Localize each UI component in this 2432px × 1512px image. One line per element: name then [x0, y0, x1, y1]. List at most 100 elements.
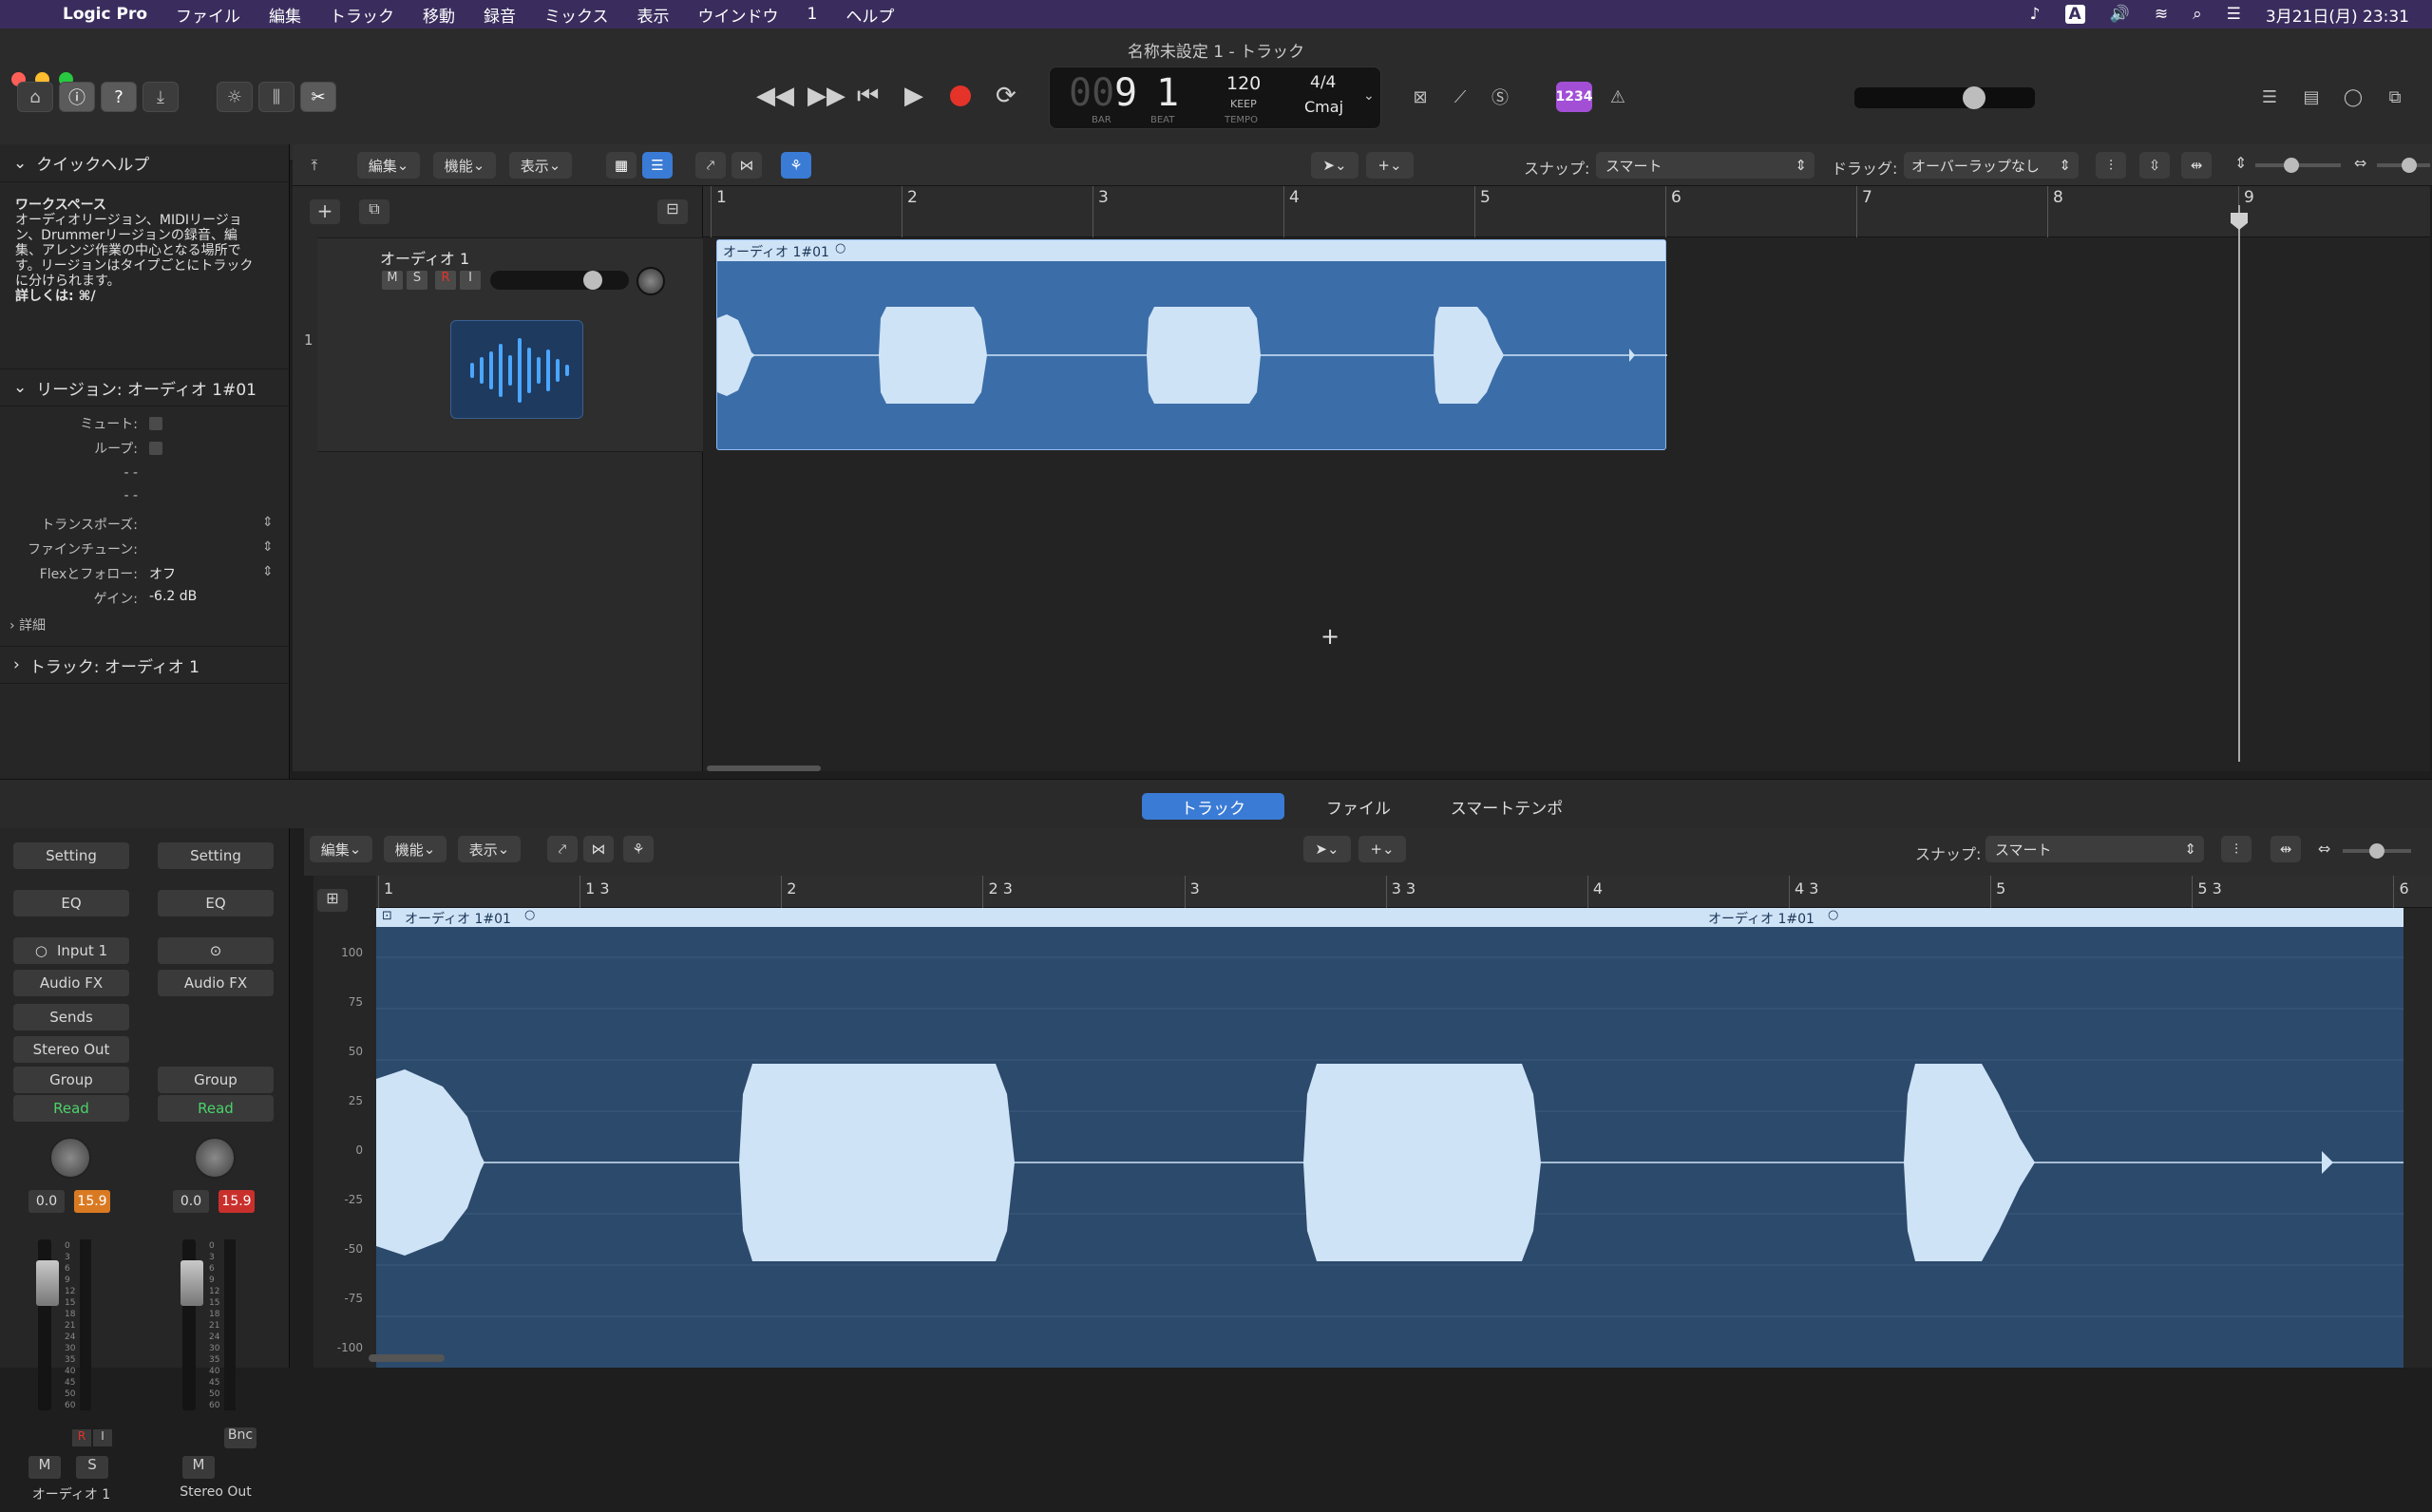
- menubar-clock[interactable]: 3月21日(月) 23:31: [2266, 3, 2409, 27]
- up-level-icon[interactable]: ⤒: [300, 152, 329, 179]
- stepper-icon[interactable]: ⇕: [262, 564, 274, 579]
- track-solo-button[interactable]: S: [407, 271, 428, 290]
- catch-icon[interactable]: ⚘: [781, 152, 811, 179]
- rewind-button[interactable]: ◀◀: [756, 82, 794, 110]
- quick-help-header[interactable]: ⌄ クイックヘルプ: [0, 144, 290, 182]
- fast-forward-button[interactable]: ▶▶: [808, 82, 846, 110]
- volume-fader-thumb[interactable]: [36, 1260, 59, 1306]
- master-volume-slider[interactable]: [1854, 86, 2035, 109]
- mixer-icon[interactable]: ⫼: [258, 82, 294, 112]
- output-button[interactable]: Stereo Out: [13, 1036, 129, 1063]
- menu-1[interactable]: 1: [808, 5, 818, 24]
- view-menu[interactable]: 表示 ⌄: [509, 152, 572, 179]
- bar-ruler[interactable]: 1 2 3 4 5 6 7 8 9: [703, 186, 2430, 237]
- channel-name[interactable]: オーディオ 1: [0, 1484, 142, 1503]
- editor-horizontal-scrollbar[interactable]: [369, 1354, 445, 1362]
- menu-window[interactable]: ウインドウ: [698, 3, 779, 27]
- edit-menu[interactable]: 編集 ⌄: [310, 836, 372, 862]
- bounce-button[interactable]: Bnc: [224, 1427, 256, 1448]
- menu-view[interactable]: 表示: [637, 3, 670, 27]
- solo-button[interactable]: S: [76, 1456, 108, 1479]
- global-tracks-icon[interactable]: ⊟: [657, 199, 688, 224]
- track-volume-slider[interactable]: [490, 271, 629, 290]
- editor-ruler[interactable]: 1 1 3 2 2 3 3 3 3 4 4 3 5 5 3 6: [376, 876, 2432, 908]
- volume-fader-thumb[interactable]: [180, 1260, 203, 1306]
- functions-menu[interactable]: 機能 ⌄: [384, 836, 446, 862]
- view-menu[interactable]: 表示 ⌄: [458, 836, 521, 862]
- menu-navigate[interactable]: 移動: [423, 3, 455, 27]
- region-section-header[interactable]: ⌄ リージョン: オーディオ 1#01: [0, 369, 290, 406]
- menu-edit[interactable]: 編集: [269, 3, 301, 27]
- slider-thumb[interactable]: [2402, 158, 2417, 173]
- setting-button[interactable]: Setting: [13, 842, 129, 869]
- music-note-icon[interactable]: ♪: [2030, 5, 2041, 24]
- setting-button[interactable]: Setting: [158, 842, 274, 869]
- channel-name[interactable]: Stereo Out: [144, 1484, 287, 1500]
- automation-icon[interactable]: ⤤: [547, 836, 578, 862]
- track-input-monitor-button[interactable]: I: [460, 271, 481, 290]
- flex-icon[interactable]: ⋈: [732, 152, 762, 179]
- menu-record[interactable]: 録音: [484, 3, 516, 27]
- menu-mix[interactable]: ミックス: [544, 3, 609, 27]
- functions-menu[interactable]: 機能 ⌄: [433, 152, 496, 179]
- eq-button[interactable]: EQ: [13, 890, 129, 917]
- pan-knob[interactable]: [49, 1137, 91, 1179]
- sends-button[interactable]: Sends: [13, 1004, 129, 1030]
- pointer-tool-icon[interactable]: ➤⌄: [1303, 836, 1351, 862]
- vertical-zoom-slider[interactable]: [2255, 158, 2341, 173]
- input-source-icon[interactable]: A: [2064, 5, 2085, 24]
- menu-file[interactable]: ファイル: [176, 3, 240, 27]
- automation-icon[interactable]: ⤤: [695, 152, 726, 179]
- grid-view-icon[interactable]: ▦: [606, 152, 636, 179]
- region-header[interactable]: オーディオ 1#01 ○: [717, 240, 1665, 261]
- count-in-button[interactable]: 1234: [1556, 82, 1592, 112]
- list-editors-icon[interactable]: ☰: [2252, 82, 2288, 112]
- menu-track[interactable]: トラック: [330, 3, 394, 27]
- master-volume-thumb[interactable]: [1963, 86, 1986, 109]
- flex-icon[interactable]: ⋈: [583, 836, 614, 862]
- pencil-tool-icon[interactable]: +⌄: [1358, 836, 1406, 862]
- go-to-beginning-button[interactable]: ⏮: [857, 82, 879, 111]
- list-view-icon[interactable]: ☰: [642, 152, 673, 179]
- solo-mode-icon[interactable]: Ⓢ: [1482, 82, 1518, 112]
- loop-browser-icon[interactable]: ◯: [2335, 82, 2371, 112]
- stepper-icon[interactable]: ⇕: [262, 539, 274, 555]
- catch-icon[interactable]: ⚘: [623, 836, 654, 862]
- track-pan-knob[interactable]: [636, 267, 665, 295]
- pan-knob[interactable]: [194, 1137, 236, 1179]
- input-button[interactable]: ○ Input 1: [13, 937, 129, 964]
- browser-icon[interactable]: ⧉: [2377, 82, 2413, 112]
- edit-menu[interactable]: 編集 ⌄: [357, 152, 420, 179]
- group-button[interactable]: Group: [13, 1067, 129, 1093]
- track-mute-button[interactable]: M: [382, 271, 403, 290]
- prop-transpose[interactable]: トランスポーズ: ⇕: [0, 515, 285, 538]
- record-button[interactable]: [950, 85, 971, 106]
- track-name[interactable]: オーディオ 1: [380, 246, 469, 269]
- tab-track[interactable]: トラック: [1142, 793, 1284, 820]
- tab-file[interactable]: ファイル: [1292, 793, 1425, 820]
- lcd-display[interactable]: 00 9 1 BAR BEAT 120 KEEP TEMPO 4/4 Cmaj …: [1049, 66, 1381, 129]
- smart-controls-icon[interactable]: ☼: [217, 82, 253, 112]
- mute-button[interactable]: M: [182, 1456, 215, 1479]
- snap-select[interactable]: スマート ⇕: [1986, 836, 2204, 862]
- horizontal-zoom-slider[interactable]: [2377, 158, 2430, 173]
- notepad-icon[interactable]: ▤: [2293, 82, 2329, 112]
- tuner-icon[interactable]: ⟋: [1442, 82, 1478, 112]
- audio-track-editor[interactable]: ⊞ 11 322 333 344 355 36 100 75 50 25 0 -25 -50…: [314, 876, 2432, 1368]
- cycle-button[interactable]: ⟳: [996, 82, 1016, 110]
- mute-checkbox[interactable]: [149, 417, 162, 430]
- track-section-header[interactable]: › トラック: オーディオ 1: [0, 646, 290, 684]
- track-header-row[interactable]: 1 オーディオ 1 M S R I: [304, 237, 703, 452]
- volume-value[interactable]: 0.0: [173, 1190, 209, 1213]
- prop-gain[interactable]: ゲイン: -6.2 dB: [0, 589, 285, 612]
- track-record-button[interactable]: R: [435, 271, 456, 290]
- prop-flex[interactable]: Flexとフォロー: オフ ⇕: [0, 564, 285, 587]
- prop-fine-tune[interactable]: ファインチューン: ⇕: [0, 539, 285, 562]
- quick-help-icon[interactable]: ?: [101, 82, 137, 112]
- tab-smart-tempo[interactable]: スマートテンポ: [1431, 793, 1583, 820]
- prop-mute[interactable]: ミュート:: [0, 414, 285, 437]
- metronome-icon[interactable]: ⚠: [1600, 82, 1636, 112]
- peak-value[interactable]: 15.9: [74, 1190, 110, 1213]
- slider-thumb[interactable]: [2369, 843, 2384, 859]
- editor-waveform[interactable]: ⊡ オーディオ 1#01 ○ オーディオ 1#01 ○: [376, 908, 2404, 1368]
